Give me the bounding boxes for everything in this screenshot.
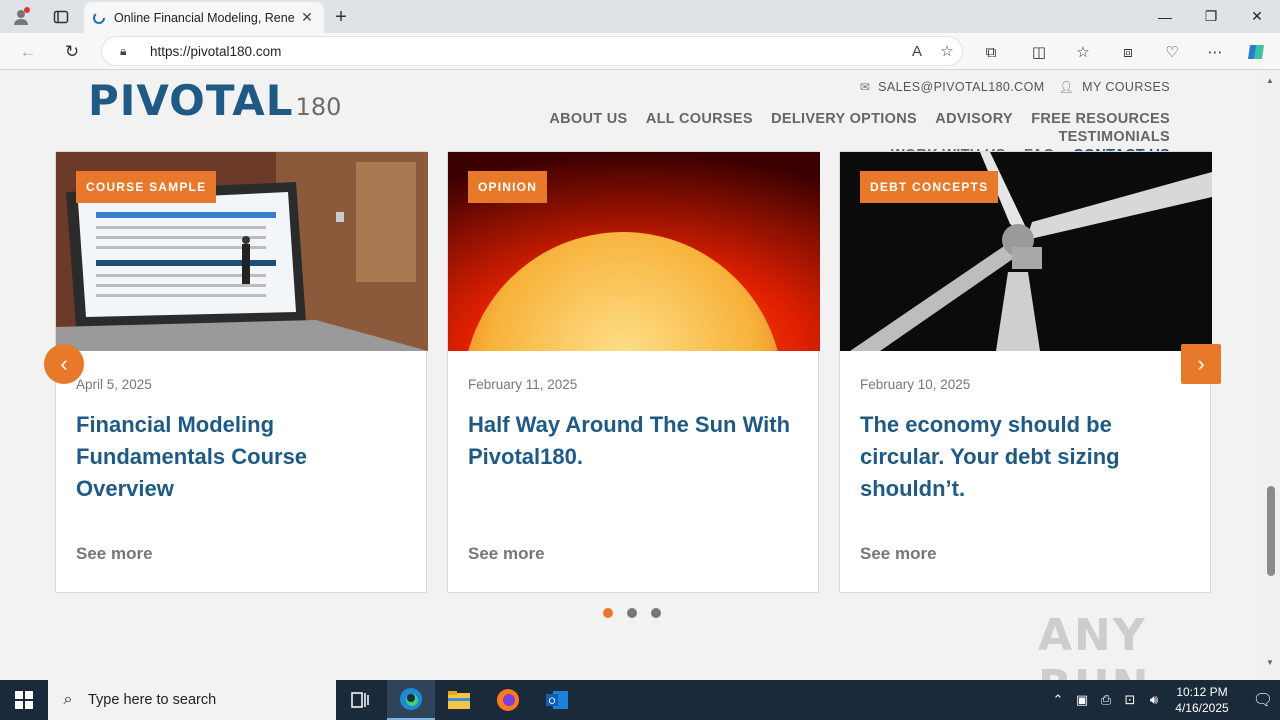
file-explorer-icon[interactable]	[435, 680, 483, 720]
browser-tab-bar: Online Financial Modeling, Rene ✕ + — ❐ …	[0, 0, 1280, 33]
more-options-icon[interactable]: ⋯	[1203, 40, 1227, 64]
edge-taskbar-icon[interactable]	[387, 680, 435, 720]
envelope-icon: ✉	[859, 80, 871, 94]
minimize-icon[interactable]: —	[1142, 0, 1188, 33]
carousel-dot[interactable]	[627, 608, 637, 618]
card-image-laptop[interactable]: COURSE SAMPLE	[56, 152, 428, 351]
blog-card[interactable]: DEBT CONCEPTS February 10, 2025 The econ…	[839, 151, 1212, 593]
chevron-left-icon: ‹	[60, 351, 68, 376]
taskbar-clock[interactable]: 10:12 PM 4/16/2025	[1166, 684, 1238, 716]
card-image-sun[interactable]: OPINION	[448, 152, 820, 351]
carousel-dot[interactable]	[651, 608, 661, 618]
browser-tab[interactable]: Online Financial Modeling, Rene ✕	[84, 2, 324, 33]
read-aloud-icon[interactable]: A	[902, 43, 932, 60]
split-screen-icon[interactable]: ◫	[1027, 40, 1051, 64]
my-courses-text: MY COURSES	[1082, 80, 1170, 94]
nav-about-us[interactable]: ABOUT US	[549, 110, 627, 128]
nav-free-resources[interactable]: FREE RESOURCES	[1031, 110, 1170, 128]
extensions-icon[interactable]: ⧉	[979, 40, 1003, 64]
taskbar-search[interactable]: ⌕ Type here to search	[48, 680, 336, 720]
system-tray: ⌃ ▣ ⎙ ⊡ 🔊︎ 10:12 PM 4/16/2025 🗨︎	[1046, 680, 1280, 720]
chevron-right-icon: ›	[1197, 351, 1205, 376]
task-view-icon[interactable]	[336, 680, 384, 720]
address-toolbar: ← ↻ 🔒︎ https://pivotal180.com A ☆ ⧉ ◫ ☆ …	[0, 33, 1280, 70]
tab-actions-icon[interactable]	[48, 4, 74, 30]
copilot-icon[interactable]	[1245, 40, 1269, 64]
carousel-pagination	[603, 608, 661, 618]
post-title[interactable]: Financial Modeling Fundamentals Course O…	[76, 409, 406, 505]
user-icon: 👤︎	[1058, 80, 1075, 94]
favorites-icon[interactable]: ☆	[1071, 40, 1095, 64]
show-hidden-icons-icon[interactable]: ⌃	[1046, 692, 1070, 708]
scroll-up-icon[interactable]: ▲	[1266, 76, 1274, 85]
nav-advisory[interactable]: ADVISORY	[935, 110, 1013, 128]
outlook-icon[interactable]: O	[533, 680, 581, 720]
back-icon[interactable]: ←	[14, 38, 42, 66]
post-title[interactable]: Half Way Around The Sun With Pivotal180.	[468, 409, 798, 473]
top-utility-bar: ✉ SALES@PIVOTAL180.COM 👤︎ MY COURSES	[860, 80, 1170, 94]
lock-icon: 🔒︎	[120, 43, 127, 58]
outlook-tray-icon[interactable]: ▣	[1070, 692, 1094, 708]
email-text: SALES@PIVOTAL180.COM	[878, 80, 1045, 94]
url-text[interactable]: https://pivotal180.com	[150, 44, 902, 59]
start-button[interactable]	[0, 680, 48, 720]
post-date: February 10, 2025	[860, 377, 971, 392]
see-more-link[interactable]: See more	[76, 544, 153, 564]
nav-testimonials[interactable]: TESTIMONIALS	[1058, 128, 1170, 146]
see-more-link[interactable]: See more	[468, 544, 545, 564]
loading-icon	[93, 11, 105, 24]
my-courses-link[interactable]: 👤︎ MY COURSES	[1059, 80, 1170, 94]
browser-essentials-icon[interactable]: ♡	[1160, 40, 1184, 64]
search-placeholder: Type here to search	[88, 692, 217, 708]
device-icon[interactable]: ⎙	[1094, 692, 1118, 708]
clock-time: 10:12 PM	[1176, 685, 1228, 699]
category-badge[interactable]: COURSE SAMPLE	[76, 171, 217, 203]
nav-all-courses[interactable]: ALL COURSES	[646, 110, 753, 128]
carousel-next-button[interactable]: ›	[1181, 344, 1221, 384]
card-image-wind-turbine[interactable]: DEBT CONCEPTS	[840, 152, 1212, 351]
page-scrollbar[interactable]: ▲ ▼	[1262, 70, 1280, 680]
blog-card[interactable]: OPINION February 11, 2025 Half Way Aroun…	[447, 151, 820, 593]
web-page: PIVOTAL 180 ✉ SALES@PIVOTAL180.COM 👤︎ MY…	[0, 70, 1262, 680]
address-bar[interactable]: 🔒︎ https://pivotal180.com A ☆	[101, 36, 963, 66]
logo-text: PIVOTAL	[88, 76, 294, 125]
new-tab-icon[interactable]: +	[328, 4, 354, 30]
search-icon: ⌕	[63, 691, 73, 708]
site-logo[interactable]: PIVOTAL 180	[88, 78, 341, 122]
network-icon[interactable]: ⊡	[1118, 692, 1142, 708]
tab-title: Online Financial Modeling, Rene	[114, 10, 295, 25]
post-title[interactable]: The economy should be circular. Your deb…	[860, 409, 1190, 505]
scroll-down-icon[interactable]: ▼	[1266, 658, 1274, 667]
refresh-icon[interactable]: ↻	[58, 38, 86, 66]
windows-logo-icon	[15, 691, 33, 709]
logo-number: 180	[295, 93, 342, 121]
email-link[interactable]: ✉ SALES@PIVOTAL180.COM	[860, 80, 1045, 94]
category-badge[interactable]: DEBT CONCEPTS	[860, 171, 999, 203]
post-date: April 5, 2025	[76, 377, 152, 392]
close-tab-icon[interactable]: ✕	[298, 9, 316, 26]
clock-date: 4/16/2025	[1175, 701, 1229, 715]
collections-icon[interactable]: ⧈	[1116, 40, 1140, 64]
anyrun-watermark: ANY RUN	[1038, 610, 1148, 680]
nav-delivery-options[interactable]: DELIVERY OPTIONS	[771, 110, 917, 128]
scroll-thumb[interactable]	[1267, 486, 1275, 576]
blog-card[interactable]: COURSE SAMPLE April 5, 2025 Financial Mo…	[55, 151, 428, 593]
category-badge[interactable]: OPINION	[468, 171, 548, 203]
windows-taskbar: ⌕ Type here to search O ⌃ ▣ ⎙ ⊡ 🔊︎ 10:12…	[0, 680, 1280, 720]
profile-icon[interactable]	[8, 4, 34, 30]
volume-icon[interactable]: 🔊︎	[1142, 692, 1166, 708]
carousel-dot[interactable]	[603, 608, 613, 618]
notifications-icon[interactable]: 🗨︎	[1246, 690, 1280, 710]
carousel-prev-button[interactable]: ‹	[44, 344, 84, 384]
svg-text:O: O	[548, 697, 555, 707]
firefox-icon[interactable]	[484, 680, 532, 720]
see-more-link[interactable]: See more	[860, 544, 937, 564]
restore-icon[interactable]: ❐	[1188, 0, 1234, 33]
post-date: February 11, 2025	[468, 377, 578, 392]
close-window-icon[interactable]: ✕	[1234, 0, 1280, 33]
favorite-star-icon[interactable]: ☆	[932, 42, 962, 60]
